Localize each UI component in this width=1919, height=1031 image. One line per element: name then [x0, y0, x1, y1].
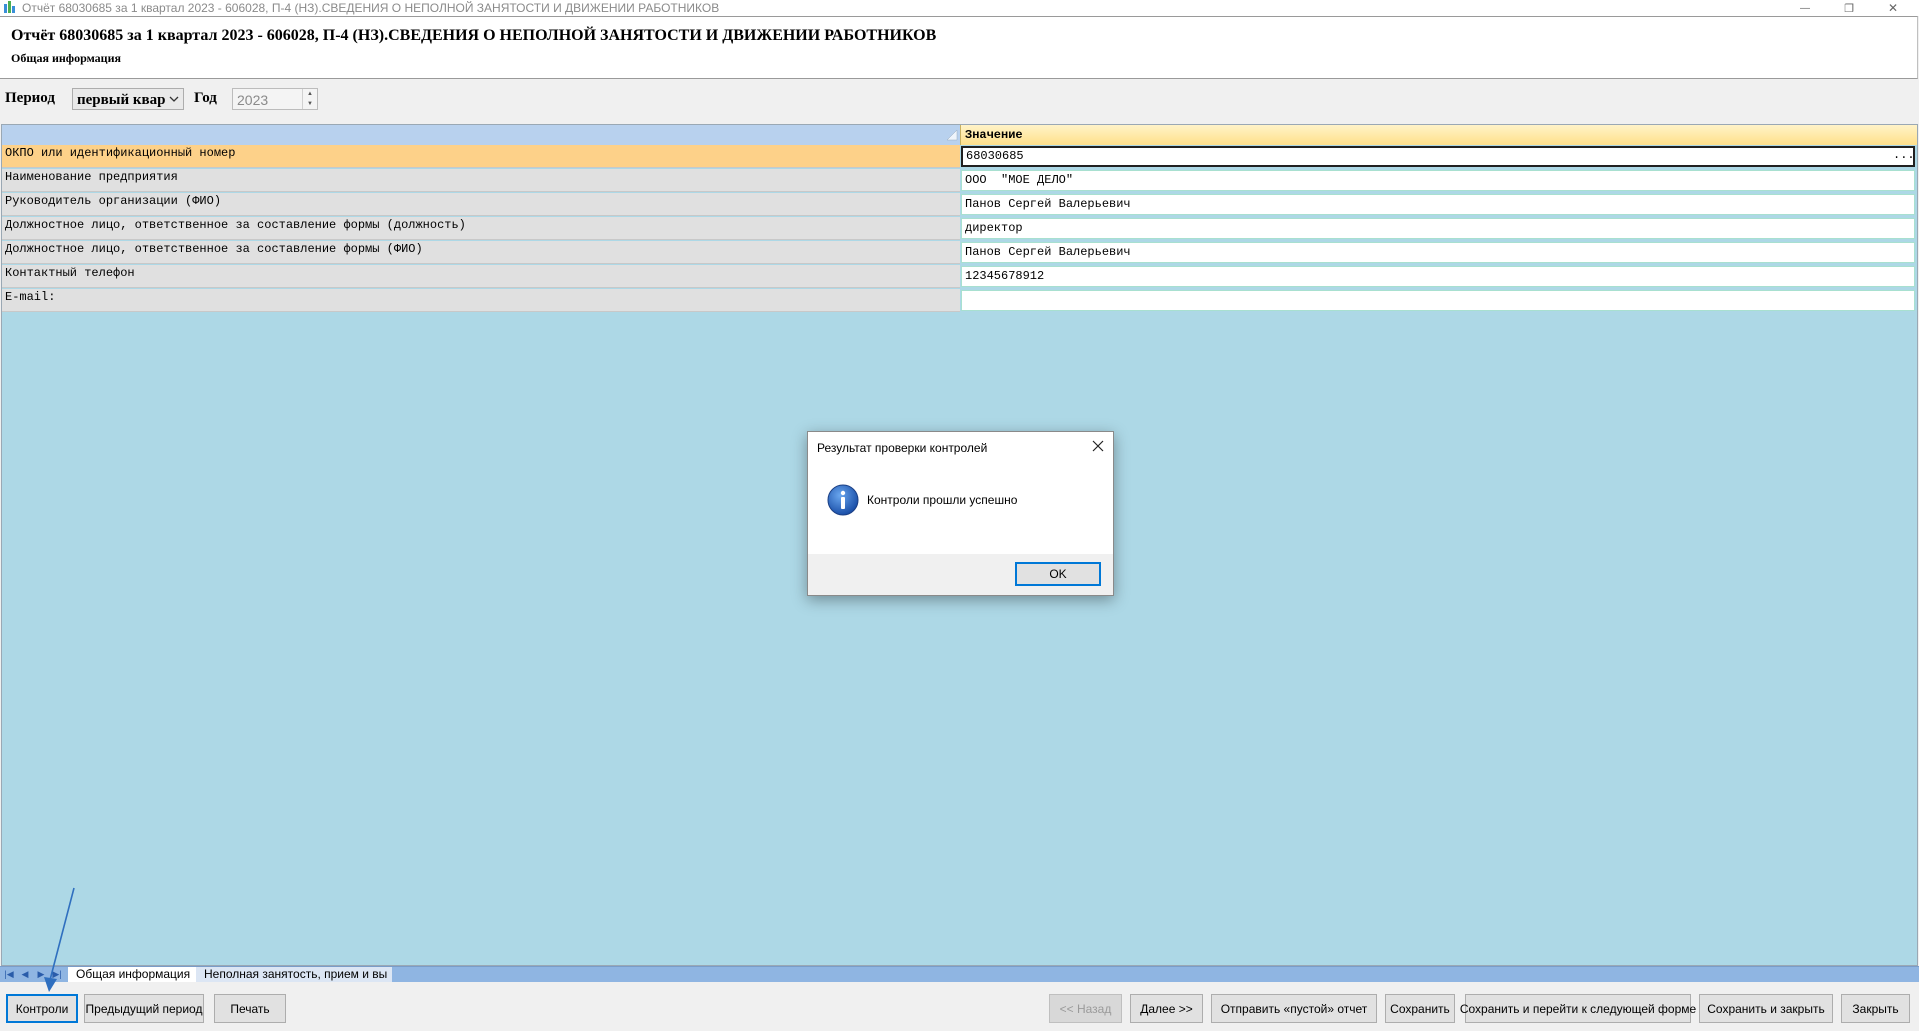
row-label: ОКПО или идентификационный номер	[2, 145, 960, 168]
minimize-icon: —	[1800, 2, 1810, 14]
resize-corner-icon	[946, 129, 958, 141]
grid-row-okpo[interactable]: ОКПО или идентификационный номер 6803068…	[2, 145, 1917, 169]
last-sheet-icon[interactable]: ▶|	[50, 967, 64, 982]
row-label: Должностное лицо, ответственное за соста…	[2, 217, 960, 240]
save-button[interactable]: Сохранить	[1385, 994, 1455, 1023]
dialog-message: Контроли прошли успешно	[867, 493, 1018, 507]
info-icon	[827, 484, 859, 516]
grid-corner	[2, 125, 960, 145]
close-icon[interactable]	[1089, 437, 1107, 455]
window-titlebar: Отчёт 68030685 за 1 квартал 2023 - 60602…	[0, 0, 1919, 16]
check-result-dialog: Результат проверки контролей Контроли пр…	[807, 431, 1114, 596]
grid-row-position[interactable]: Должностное лицо, ответственное за соста…	[2, 217, 1917, 241]
report-subtitle: Общая информация	[11, 51, 121, 65]
dialog-footer: OK	[808, 554, 1113, 595]
grid-row-responsible[interactable]: Должностное лицо, ответственное за соста…	[2, 241, 1917, 265]
row-label: Наименование предприятия	[2, 169, 960, 192]
grid-row-phone[interactable]: Контактный телефон 12345678912	[2, 265, 1917, 289]
restore-icon: ❐	[1844, 2, 1854, 15]
tab-general-info[interactable]: Общая информация	[68, 967, 202, 982]
phone-field[interactable]: 12345678912	[961, 266, 1915, 287]
row-label: E-mail:	[2, 289, 960, 312]
period-select-value: первый квартал	[77, 92, 165, 108]
tab-part-time[interactable]: Неполная занятость, прием и вы	[196, 967, 392, 982]
send-empty-report-button[interactable]: Отправить «пустой» отчет	[1211, 994, 1377, 1023]
company-name-field[interactable]: ООО "МОЕ ДЕЛО"	[961, 170, 1915, 191]
okpo-field[interactable]: 68030685 ...	[961, 146, 1915, 167]
close-icon: ✕	[1887, 1, 1899, 15]
restore-button[interactable]: ❐	[1827, 0, 1871, 16]
year-spinner-buttons: ▲ ▼	[302, 89, 317, 109]
grid-row-director[interactable]: Руководитель организации (ФИО) Панов Сер…	[2, 193, 1917, 217]
grid-header: Значение	[2, 125, 1917, 145]
back-button[interactable]: << Назад	[1049, 994, 1122, 1023]
app-icon	[4, 1, 15, 13]
close-window-button[interactable]: ✕	[1871, 0, 1915, 16]
year-spinner[interactable]: 2023 ▲ ▼	[232, 88, 318, 110]
position-field[interactable]: директор	[961, 218, 1915, 239]
email-field[interactable]	[961, 290, 1915, 311]
report-header: Отчёт 68030685 за 1 квартал 2023 - 60602…	[0, 16, 1918, 79]
next-sheet-icon[interactable]: ▶	[34, 967, 48, 982]
ellipsis-button[interactable]: ...	[1893, 149, 1915, 164]
controls-button[interactable]: Контроли	[6, 994, 78, 1023]
responsible-field[interactable]: Панов Сергей Валерьевич	[961, 242, 1915, 263]
next-button[interactable]: Далее >>	[1130, 994, 1203, 1023]
close-button[interactable]: Закрыть	[1841, 994, 1910, 1023]
window-title: Отчёт 68030685 за 1 квартал 2023 - 60602…	[22, 1, 720, 15]
report-title: Отчёт 68030685 за 1 квартал 2023 - 60602…	[11, 27, 937, 44]
director-field[interactable]: Панов Сергей Валерьевич	[961, 194, 1915, 215]
period-select[interactable]: первый квартал	[72, 88, 184, 110]
period-bar: Период первый квартал Год 2023 ▲ ▼	[0, 78, 1919, 124]
spin-up-icon[interactable]: ▲	[303, 89, 317, 99]
save-close-button[interactable]: Сохранить и закрыть	[1699, 994, 1833, 1023]
period-label: Период	[5, 90, 55, 106]
row-label: Контактный телефон	[2, 265, 960, 288]
row-label: Должностное лицо, ответственное за соста…	[2, 241, 960, 264]
year-label: Год	[194, 90, 217, 106]
spin-down-icon[interactable]: ▼	[303, 99, 317, 109]
first-sheet-icon[interactable]: |◀	[2, 967, 16, 982]
print-button[interactable]: Печать	[214, 994, 286, 1023]
dialog-title: Результат проверки контролей	[817, 441, 988, 455]
sheet-tabs: |◀ ◀ ▶ ▶| Общая информация Неполная заня…	[0, 966, 1919, 982]
minimize-button[interactable]: —	[1783, 0, 1827, 16]
grid-row-company-name[interactable]: Наименование предприятия ООО "МОЕ ДЕЛО"	[2, 169, 1917, 193]
row-label: Руководитель организации (ФИО)	[2, 193, 960, 216]
year-value: 2023	[237, 92, 269, 108]
ok-button[interactable]: OK	[1015, 562, 1101, 586]
prev-period-button[interactable]: Предыдущий период	[84, 994, 204, 1023]
prev-sheet-icon[interactable]: ◀	[18, 967, 32, 982]
grid-row-email[interactable]: E-mail:	[2, 289, 1917, 313]
chevron-down-icon	[169, 96, 179, 102]
value-column-header: Значение	[960, 125, 1917, 145]
save-next-form-button[interactable]: Сохранить и перейти к следующей форме	[1460, 994, 1696, 1023]
